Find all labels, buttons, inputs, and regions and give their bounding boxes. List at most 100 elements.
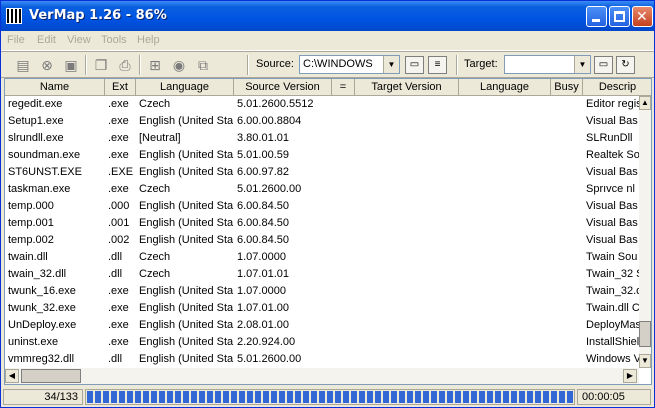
source-value: C:\WINDOWS [303, 58, 373, 70]
table-cell: English (United Sta [139, 336, 234, 348]
table-row[interactable]: temp.002 .002 English (United Sta 6.00.84.5… [5, 232, 639, 249]
table-cell [332, 113, 355, 130]
status-bar: 34/133 00:00:05 [1, 387, 654, 407]
table-cell: Sprıvce nl [586, 183, 635, 195]
table-cell [355, 198, 459, 215]
table-row[interactable]: taskman.exe .exe Czech 5.01.2600.00 Sprıvce … [5, 181, 639, 198]
table-row[interactable]: regedit.exe .exe Czech 5.01.2600.5512 Editor… [5, 96, 639, 113]
table-cell [551, 96, 583, 113]
table-cell: Czech [139, 268, 171, 280]
column-header[interactable]: = [332, 79, 355, 96]
table-cell [355, 283, 459, 300]
table-cell [551, 249, 583, 266]
table-cell: English (United Sta [139, 319, 234, 331]
table-cell [459, 113, 551, 130]
chevron-down-icon[interactable]: ▼ [383, 56, 399, 73]
table-row[interactable]: Setup1.exe .exe English (United Sta 6.00.00… [5, 113, 639, 130]
table-row[interactable]: twunk_32.exe .exe English (United Sta 1.07.… [5, 300, 639, 317]
table-cell: Setup1.exe [8, 115, 64, 127]
column-header[interactable]: Target Version [355, 79, 459, 96]
document-icon[interactable]: ▤ [13, 55, 33, 75]
table-row[interactable]: temp.001 .001 English (United Sta 6.00.84.5… [5, 215, 639, 232]
column-header[interactable]: Name [5, 79, 105, 96]
menu-edit[interactable]: Edit [37, 34, 56, 46]
column-header[interactable]: Language [459, 79, 551, 96]
table-cell: English (United Sta [139, 285, 234, 297]
table-cell: temp.001 [8, 217, 54, 229]
column-header[interactable]: Language [136, 79, 234, 96]
chevron-down-icon[interactable]: ▼ [574, 56, 590, 73]
table-cell [551, 351, 583, 368]
table-cell: UnDeploy.exe [8, 319, 77, 331]
table-cell [355, 113, 459, 130]
column-header[interactable]: Descrip [583, 79, 651, 96]
table-cell: Visual Bas [586, 217, 638, 229]
compare-icon[interactable]: ⊞ [145, 55, 165, 75]
toolbar-separator [139, 55, 141, 75]
table-cell [551, 266, 583, 283]
column-header[interactable]: Busy [551, 79, 583, 96]
table-cell: 6.00.84.50 [237, 200, 289, 212]
table-cell: .exe [108, 319, 129, 331]
source-details-button[interactable]: ≡ [428, 56, 447, 74]
scroll-left-arrow[interactable]: ◀ [5, 369, 19, 383]
menu-file[interactable]: File [7, 34, 25, 46]
menu-help[interactable]: Help [137, 34, 160, 46]
table-cell [459, 198, 551, 215]
minimize-icon [592, 19, 600, 22]
maximize-button[interactable] [609, 6, 630, 27]
copy-icon[interactable]: ❐ [91, 55, 111, 75]
file-list[interactable]: Name Ext Language Source Version = Target Ver… [4, 78, 652, 385]
source-combo[interactable]: C:\WINDOWS ▼ [299, 55, 400, 74]
table-row[interactable]: slrundll.exe .exe [Neutral] 3.80.01.01 SLRun… [5, 130, 639, 147]
table-cell: taskman.exe [8, 183, 71, 195]
table-row[interactable]: ST6UNST.EXE .EXE English (United Sta 6.00.9… [5, 164, 639, 181]
menu-view[interactable]: View [67, 34, 91, 46]
table-cell [332, 96, 355, 113]
scroll-down-arrow[interactable]: ▼ [639, 354, 651, 368]
search-icon[interactable]: ◉ [169, 55, 189, 75]
table-row[interactable]: soundman.exe .exe English (United Sta 5.01.… [5, 147, 639, 164]
table-row[interactable]: twain.dll .dll Czech 1.07.0000 Twain Sou [5, 249, 639, 266]
table-row[interactable]: uninst.exe .exe English (United Sta 2.20.92… [5, 334, 639, 351]
refresh-button[interactable]: ↻ [616, 56, 635, 74]
save-icon[interactable]: ▣ [61, 55, 81, 75]
title-bar[interactable]: VerMap 1.26 - 86% ✕ [1, 1, 654, 31]
map-icon[interactable]: ⧉ [193, 55, 213, 75]
printer-icon[interactable]: ⎙ [115, 55, 135, 75]
table-row[interactable]: temp.000 .000 English (United Sta 6.00.84.5… [5, 198, 639, 215]
close-button[interactable]: ✕ [632, 6, 653, 27]
scroll-thumb[interactable] [639, 321, 651, 347]
table-cell: 5.01.2600.00 [237, 183, 302, 195]
app-barcode-icon[interactable] [6, 8, 22, 24]
close-icon: ✕ [636, 8, 648, 24]
toolbar-separator [247, 55, 249, 75]
stop-icon[interactable]: ⊗ [37, 55, 57, 75]
table-cell [551, 147, 583, 164]
table-cell [332, 334, 355, 351]
table-cell: Twain_32.d [586, 285, 639, 297]
hscroll-thumb[interactable] [21, 369, 81, 383]
target-combo[interactable]: ▼ [504, 55, 591, 74]
scroll-up-arrow[interactable]: ▲ [639, 96, 651, 110]
table-cell [332, 164, 355, 181]
table-row[interactable]: twunk_16.exe .exe English (United Sta 1.07.… [5, 283, 639, 300]
table-cell: Czech [139, 251, 171, 263]
browse-source-button[interactable]: ▭ [405, 56, 424, 74]
list-icon: ≡ [434, 59, 441, 70]
table-cell [551, 130, 583, 147]
column-header[interactable]: Ext [105, 79, 136, 96]
scroll-right-arrow[interactable]: ▶ [623, 369, 637, 383]
column-header[interactable]: Source Version [234, 79, 332, 96]
horizontal-scrollbar[interactable]: ◀ ▶ [5, 368, 639, 384]
menu-tools[interactable]: Tools [101, 34, 127, 46]
browse-target-button[interactable]: ▭ [594, 56, 613, 74]
minimize-button[interactable] [586, 6, 607, 27]
table-row[interactable]: twain_32.dll .dll Czech 1.07.01.01 Twain_32 … [5, 266, 639, 283]
table-row[interactable]: UnDeploy.exe .exe English (United Sta 2.08.… [5, 317, 639, 334]
table-cell [459, 215, 551, 232]
table-cell: 2.20.924.00 [237, 336, 296, 348]
table-row[interactable]: vmmreg32.dll .dll English (United Sta 5.01.… [5, 351, 639, 368]
vertical-scrollbar[interactable]: ▲ ▼ [639, 96, 651, 368]
main-window: VerMap 1.26 - 86% ✕ File Edit View Tools… [0, 0, 655, 408]
